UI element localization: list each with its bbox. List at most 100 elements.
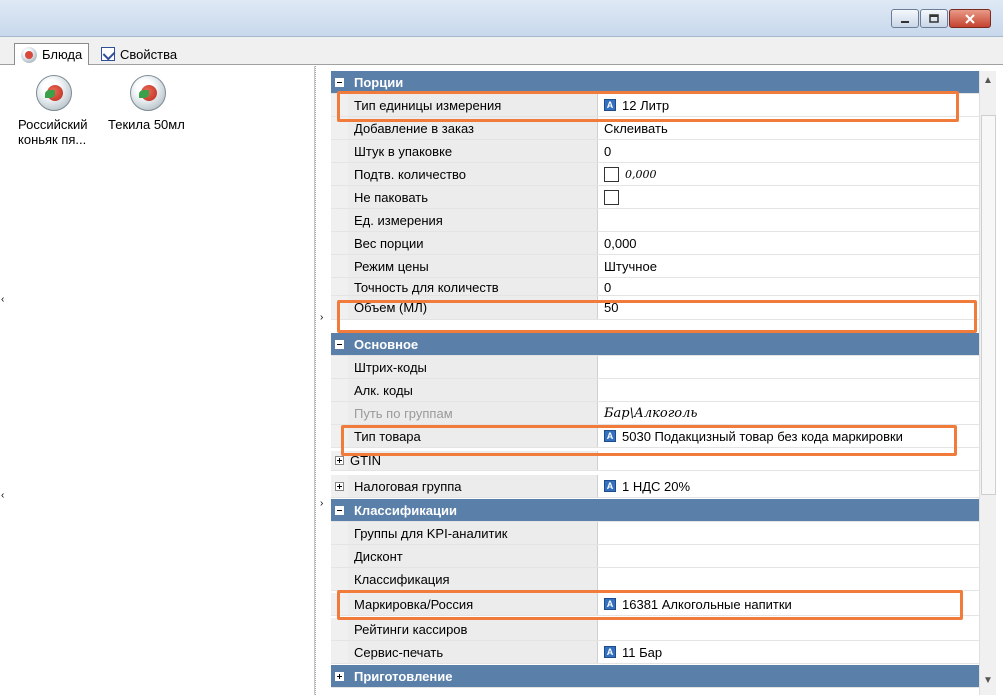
- property-value[interactable]: A 11 Бар: [598, 641, 979, 663]
- tab-properties[interactable]: Свойства: [95, 43, 183, 65]
- section-title: Приготовление: [354, 668, 453, 684]
- property-row[interactable]: Режим цены Штучное: [331, 255, 979, 278]
- dish-item[interactable]: Текила 50мл: [108, 75, 208, 132]
- window-controls: [891, 9, 991, 28]
- section-title: Основное: [354, 336, 419, 352]
- property-row[interactable]: Путь по группам Бар\Алкоголь: [331, 402, 979, 425]
- property-row[interactable]: Штрих-коды: [331, 356, 979, 379]
- dish-item[interactable]: Российский коньяк пя...: [18, 75, 108, 147]
- section-header-classifications[interactable]: Классификации: [331, 499, 979, 522]
- property-row[interactable]: Группы для KPI-аналитик: [331, 522, 979, 545]
- property-row[interactable]: Объем (МЛ) 50: [331, 296, 979, 320]
- property-value-text: 11 Бар: [622, 644, 663, 660]
- row-gutter: [331, 568, 348, 590]
- property-value[interactable]: A 5030 Подакцизный товар без кода маркиро…: [598, 425, 979, 447]
- property-value[interactable]: 0,000: [598, 163, 979, 185]
- section-gutter: [331, 333, 348, 355]
- row-gutter: [331, 209, 348, 231]
- property-value[interactable]: [598, 209, 979, 231]
- collapse-icon[interactable]: [335, 505, 344, 515]
- expand-icon[interactable]: [335, 671, 344, 681]
- close-button[interactable]: [949, 9, 991, 28]
- row-gutter: [331, 356, 348, 378]
- property-name: Сервис-печать: [348, 641, 598, 663]
- section-header-preparation[interactable]: Приготовление: [331, 665, 979, 688]
- row-gutter: [331, 296, 348, 319]
- property-row[interactable]: Алк. коды: [331, 379, 979, 402]
- property-row[interactable]: Налоговая группа A 1 НДС 20%: [331, 475, 979, 498]
- property-value[interactable]: A 1 НДС 20%: [598, 475, 979, 497]
- property-row[interactable]: Вес порции 0,000: [331, 232, 979, 255]
- section-header-main[interactable]: Основное: [331, 333, 979, 356]
- dishes-list: Российский коньяк пя... Текила 50мл: [8, 66, 315, 695]
- row-gutter: [331, 451, 348, 470]
- property-row[interactable]: Точность для количеств 0: [331, 278, 979, 296]
- property-value-text: 12 Литр: [622, 97, 670, 113]
- property-value[interactable]: 50: [598, 296, 979, 319]
- section-gutter: [331, 71, 348, 93]
- property-row[interactable]: Классификация: [331, 568, 979, 591]
- property-name: Классификация: [348, 568, 598, 590]
- property-value[interactable]: [598, 618, 979, 640]
- scroll-down-icon[interactable]: ▼: [983, 675, 993, 686]
- restore-button[interactable]: [920, 9, 948, 28]
- scroll-up-icon[interactable]: ▲: [983, 75, 993, 86]
- scrollbar-thumb[interactable]: [981, 115, 996, 495]
- property-value[interactable]: Склеивать: [598, 117, 979, 139]
- property-row[interactable]: Штук в упаковке 0: [331, 140, 979, 163]
- property-row[interactable]: Тип единицы измерения A 12 Литр: [331, 94, 979, 117]
- property-row[interactable]: Тип товара A 5030 Подакцизный товар без к…: [331, 425, 979, 448]
- property-row[interactable]: Добавление в заказ Склеивать: [331, 117, 979, 140]
- property-row[interactable]: Дисконт: [331, 545, 979, 568]
- property-value[interactable]: [598, 522, 979, 544]
- property-row[interactable]: Не паковать: [331, 186, 979, 209]
- property-value-text: 16381 Алкогольные напитки: [622, 596, 792, 612]
- property-value[interactable]: Штучное: [598, 255, 979, 277]
- property-value[interactable]: 0,000: [598, 232, 979, 254]
- collapse-icon[interactable]: [335, 339, 344, 349]
- confirm-quantity-checkbox[interactable]: [604, 166, 619, 182]
- property-row[interactable]: Подтв. количество 0,000: [331, 163, 979, 186]
- close-icon: [965, 13, 975, 24]
- property-row[interactable]: Рейтинги кассиров: [331, 618, 979, 641]
- window-titlebar: [0, 0, 1003, 37]
- vertical-scrollbar[interactable]: ▲ ▼: [979, 71, 996, 695]
- collapse-icon[interactable]: [335, 77, 344, 87]
- chevron-right-icon[interactable]: ›: [320, 312, 323, 323]
- chevron-left-icon[interactable]: ‹: [1, 490, 4, 501]
- property-value[interactable]: [598, 568, 979, 590]
- property-value[interactable]: A 16381 Алкогольные напитки: [598, 593, 979, 615]
- property-value[interactable]: 0: [598, 140, 979, 162]
- property-value[interactable]: [598, 379, 979, 401]
- reference-icon: A: [604, 598, 616, 610]
- property-value[interactable]: 0: [598, 278, 979, 295]
- minimize-button[interactable]: [891, 9, 919, 28]
- tab-dishes[interactable]: Блюда: [14, 43, 90, 65]
- property-row[interactable]: Маркировка/Россия A 16381 Алкогольные нап…: [331, 593, 979, 616]
- expand-icon[interactable]: [335, 481, 344, 491]
- section-gutter: [331, 499, 348, 521]
- property-value[interactable]: [598, 451, 979, 470]
- property-value[interactable]: [598, 186, 979, 208]
- property-row[interactable]: Сервис-печать A 11 Бар: [331, 641, 979, 664]
- property-row[interactable]: GTIN: [331, 451, 979, 471]
- no-pack-checkbox[interactable]: [604, 189, 619, 205]
- property-value[interactable]: [598, 545, 979, 567]
- chevron-right-icon[interactable]: ›: [320, 498, 323, 509]
- property-name: Не паковать: [348, 186, 598, 208]
- property-name: Точность для количеств: [348, 278, 598, 295]
- row-gutter: [331, 618, 348, 640]
- property-value: Бар\Алкоголь: [604, 405, 698, 421]
- section-title: Порции: [354, 74, 404, 90]
- middle-splitter[interactable]: › ›: [315, 66, 331, 695]
- section-header-portions[interactable]: Порции: [331, 71, 979, 94]
- row-gutter: [331, 641, 348, 663]
- left-splitter[interactable]: ‹ ‹: [0, 66, 8, 695]
- expand-icon[interactable]: [335, 456, 344, 465]
- property-value[interactable]: A 12 Литр: [598, 94, 979, 116]
- reference-icon: A: [604, 99, 616, 111]
- property-value[interactable]: [598, 356, 979, 378]
- chevron-left-icon[interactable]: ‹: [1, 294, 4, 305]
- property-name: Вес порции: [348, 232, 598, 254]
- property-row[interactable]: Ед. измерения: [331, 209, 979, 232]
